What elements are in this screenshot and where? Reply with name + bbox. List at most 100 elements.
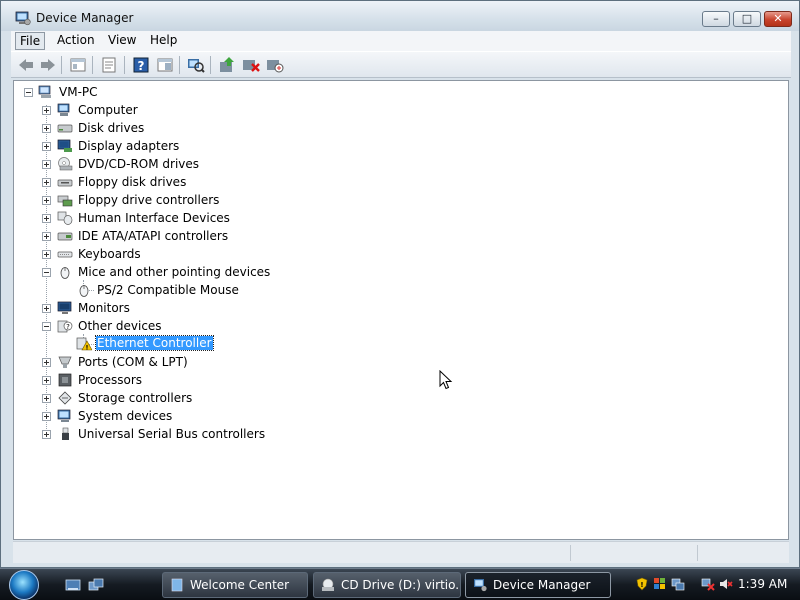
menu-help[interactable]: Help [146, 32, 181, 50]
port-icon [58, 356, 72, 368]
tree-item-disk-drives[interactable]: Disk drives [14, 119, 314, 137]
windows-update-icon[interactable] [653, 577, 667, 591]
close-button[interactable]: ✕ [764, 11, 792, 27]
expand-toggle[interactable] [42, 304, 51, 313]
back-icon[interactable] [16, 56, 36, 74]
tree-item-label: Mice and other pointing devices [78, 265, 271, 279]
help-icon[interactable]: ? [131, 56, 151, 74]
expand-toggle[interactable] [42, 412, 51, 421]
toolbar-separator [210, 56, 211, 74]
update-driver-icon[interactable] [217, 56, 237, 74]
svg-text:!: ! [86, 343, 89, 351]
taskbar-button-label: CD Drive (D:) virtio... [341, 578, 461, 592]
collapse-toggle[interactable] [24, 88, 33, 97]
tree-item-label-selected: Ethernet Controller [95, 335, 214, 351]
expand-toggle[interactable] [42, 358, 51, 367]
security-shield-icon[interactable]: ! [635, 577, 649, 591]
dvd-icon [58, 157, 73, 171]
tree-item-label: Storage controllers [78, 391, 193, 405]
taskbar-button-cd-drive[interactable]: CD Drive (D:) virtio... [313, 572, 461, 598]
scan-icon[interactable] [186, 56, 206, 74]
tree-item-floppy-disk-drives[interactable]: Floppy disk drives [14, 173, 314, 191]
tree-item-mice[interactable]: Mice and other pointing devices [14, 263, 314, 281]
disable-icon[interactable] [265, 56, 285, 74]
expand-toggle[interactable] [42, 106, 51, 115]
tree-item-ps2-mouse[interactable]: PS/2 Compatible Mouse [14, 281, 314, 299]
tree-item-label: Monitors [78, 301, 130, 315]
switch-windows-icon[interactable] [88, 578, 104, 592]
svg-text:?: ? [138, 59, 145, 73]
tree-item-computer[interactable]: Computer [14, 101, 314, 119]
status-separator [570, 545, 571, 561]
mouse-icon [60, 267, 70, 279]
show-hide-icon[interactable] [155, 56, 175, 74]
expand-toggle[interactable] [42, 142, 51, 151]
tree-item-dvd-drives[interactable]: DVD/CD-ROM drives [14, 155, 314, 173]
tree-item-display-adapters[interactable]: Display adapters [14, 137, 314, 155]
tree-item-usb-controllers[interactable]: Universal Serial Bus controllers [14, 425, 314, 443]
expand-toggle[interactable] [42, 232, 51, 241]
tree-item-other-devices[interactable]: ? Other devices [14, 317, 314, 335]
toolbar-separator [179, 56, 180, 74]
expand-toggle[interactable] [42, 196, 51, 205]
unknown-device-icon: ? [57, 320, 73, 333]
menu-action[interactable]: Action [53, 32, 99, 50]
tree-item-ports[interactable]: Ports (COM & LPT) [14, 353, 314, 371]
collapse-toggle[interactable] [42, 322, 51, 331]
collapse-toggle[interactable] [42, 268, 51, 277]
network-disconnected-icon[interactable] [701, 577, 715, 591]
taskbar-button-label: Device Manager [493, 578, 591, 592]
computer-icon [57, 103, 70, 116]
taskbar: Welcome Center CD Drive (D:) virtio... D… [0, 568, 800, 600]
tree-item-ethernet-controller[interactable]: ! Ethernet Controller [14, 335, 314, 353]
expand-toggle[interactable] [42, 124, 51, 133]
menu-file[interactable]: File [15, 32, 46, 50]
taskbar-button-label: Welcome Center [190, 578, 290, 592]
start-button[interactable] [9, 570, 39, 600]
uninstall-icon[interactable] [241, 56, 261, 74]
tree-item-keyboards[interactable]: Keyboards [14, 245, 314, 263]
tree-item-hid[interactable]: Human Interface Devices [14, 209, 314, 227]
menu-view[interactable]: View [104, 32, 140, 50]
tree-item-processors[interactable]: Processors [14, 371, 314, 389]
volume-network-icon[interactable] [671, 577, 685, 591]
taskbar-button-welcome-center[interactable]: Welcome Center [162, 572, 308, 598]
tree-item-floppy-controllers[interactable]: Floppy drive controllers [14, 191, 314, 209]
svg-text:?: ? [66, 323, 70, 331]
expand-toggle[interactable] [42, 160, 51, 169]
clock[interactable]: 1:39 AM [738, 577, 787, 591]
expand-toggle[interactable] [42, 430, 51, 439]
tree-item-ide-controllers[interactable]: IDE ATA/ATAPI controllers [14, 227, 314, 245]
expand-toggle[interactable] [42, 394, 51, 403]
status-separator [697, 545, 698, 561]
expand-toggle[interactable] [42, 178, 51, 187]
tree-item-storage-controllers[interactable]: Storage controllers [14, 389, 314, 407]
minimize-button[interactable]: – [702, 11, 730, 27]
expand-toggle[interactable] [42, 250, 51, 259]
cd-drive-icon [322, 578, 334, 591]
properties-icon[interactable] [99, 56, 119, 74]
svg-text:!: ! [640, 581, 643, 589]
expand-toggle[interactable] [42, 214, 51, 223]
tree-root[interactable]: VM-PC [14, 83, 214, 101]
device-tree[interactable]: VM-PC Computer Disk drives Display adapt… [13, 80, 789, 540]
maximize-button[interactable]: □ [733, 11, 761, 27]
tree-item-label: Computer [78, 103, 138, 117]
tree-item-system-devices[interactable]: System devices [14, 407, 314, 425]
mouse-icon [79, 285, 89, 297]
forward-icon[interactable] [38, 56, 58, 74]
tree-item-monitors[interactable]: Monitors [14, 299, 314, 317]
up-icon[interactable] [68, 56, 88, 74]
tree-item-label: IDE ATA/ATAPI controllers [78, 229, 229, 243]
expand-toggle[interactable] [42, 376, 51, 385]
disk-icon [57, 124, 73, 133]
tree-item-label: Other devices [78, 319, 162, 333]
tree-item-label: Human Interface Devices [78, 211, 230, 225]
show-desktop-icon[interactable] [65, 578, 81, 592]
title-bar[interactable]: Device Manager – □ ✕ [1, 1, 799, 31]
volume-icon[interactable] [719, 577, 733, 591]
controller-icon [57, 195, 73, 207]
tree-item-label: DVD/CD-ROM drives [78, 157, 200, 171]
taskbar-button-device-manager[interactable]: Device Manager [465, 572, 611, 598]
toolbar-separator [92, 56, 93, 74]
